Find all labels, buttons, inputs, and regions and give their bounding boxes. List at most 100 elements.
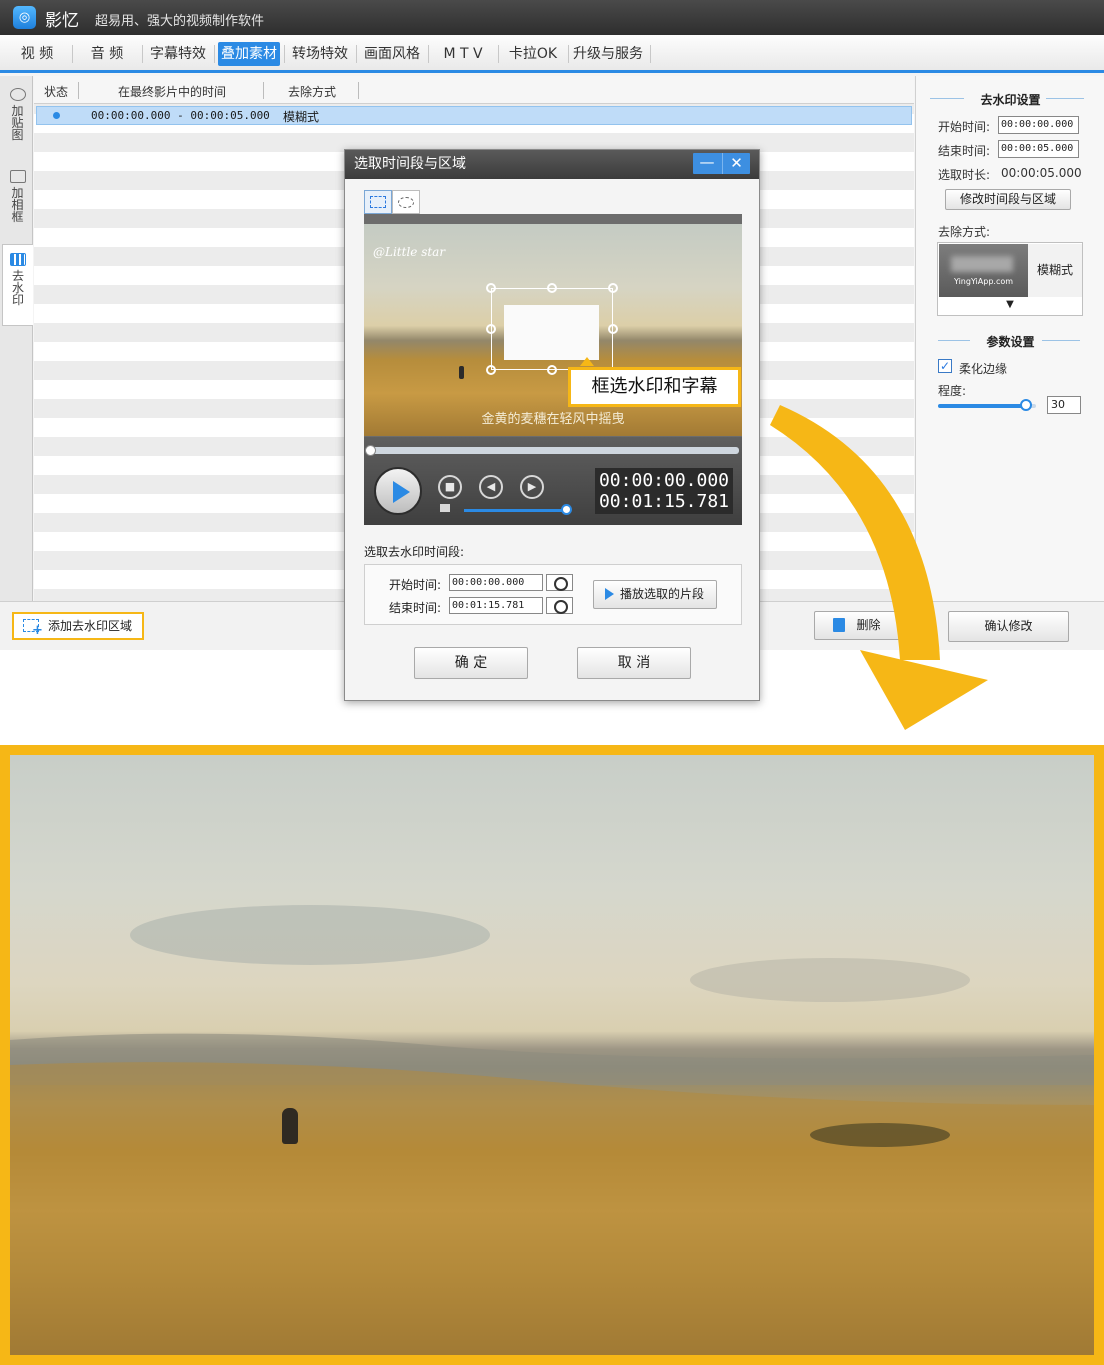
- dropdown-arrow-icon[interactable]: ▼: [938, 299, 1082, 310]
- soften-edge-checkbox[interactable]: ✓: [938, 359, 952, 373]
- cancel-button[interactable]: 取 消: [577, 647, 691, 679]
- modify-segment-button[interactable]: 修改时间段与区域: [945, 189, 1071, 210]
- column-status[interactable]: 状态: [44, 83, 68, 100]
- rectangle-select-tool[interactable]: [364, 190, 392, 214]
- table-row[interactable]: 00:00:00.000 - 00:00:05.000 模糊式: [36, 106, 912, 125]
- row-method: 模糊式: [283, 110, 320, 124]
- segment-section-label: 选取去水印时间段:: [364, 545, 465, 559]
- callout-pointer: [580, 357, 594, 366]
- column-separator: [358, 82, 359, 99]
- resize-handle[interactable]: [547, 283, 557, 293]
- progress-handle[interactable]: [365, 445, 376, 456]
- duration-value: 00:00:05.000: [1001, 166, 1082, 180]
- column-method[interactable]: 去除方式: [288, 83, 336, 100]
- sidetab-remove-watermark[interactable]: 去水印: [2, 244, 33, 326]
- sidetab-add-sticker[interactable]: 加贴图: [2, 80, 33, 158]
- degree-slider-handle[interactable]: [1020, 399, 1033, 411]
- preview-watermark: @Little star: [373, 245, 446, 259]
- menu-separator: [142, 45, 143, 63]
- row-time: 00:00:00.000 - 00:00:05.000: [91, 109, 270, 122]
- resize-handle[interactable]: [486, 365, 496, 375]
- segment-end-field[interactable]: 00:01:15.781: [449, 597, 543, 614]
- menu-audio[interactable]: 音 频: [78, 42, 136, 66]
- column-separator: [78, 82, 79, 99]
- preview-subtitle: 金黄的麦穗在轻风中摇曳: [481, 412, 625, 427]
- result-frame: [0, 745, 1104, 1365]
- pick-end-time-icon[interactable]: [546, 597, 573, 614]
- column-time[interactable]: 在最终影片中的时间: [118, 83, 226, 100]
- sidetab-label: 加贴图: [11, 104, 24, 142]
- cloud: [690, 958, 970, 1002]
- resize-handle[interactable]: [486, 283, 496, 293]
- start-time-label: 开始时间:: [938, 120, 991, 134]
- app-slogan: 超易用、强大的视频制作软件: [95, 14, 265, 29]
- volume-slider-track[interactable]: [464, 509, 570, 512]
- progress-bar[interactable]: [367, 447, 739, 454]
- side-tabs: 加贴图 加相框 去水印: [0, 76, 33, 601]
- select-segment-dialog: 选取时间段与区域 — ✕ @Little star 金黄的麦穗在轻风中摇曳 框选…: [344, 149, 760, 701]
- total-time: 00:01:15.781: [598, 491, 730, 512]
- time-display: 00:00:00.000 00:01:15.781: [595, 468, 733, 514]
- play-icon[interactable]: [374, 467, 422, 515]
- resize-handle[interactable]: [608, 283, 618, 293]
- confirm-edit-button[interactable]: 确认修改: [948, 611, 1069, 642]
- menu-subtitle-effects[interactable]: 字幕特效: [146, 42, 210, 66]
- volume-icon[interactable]: [440, 504, 450, 512]
- preview-person: [459, 366, 464, 379]
- pick-start-time-icon[interactable]: [546, 574, 573, 591]
- menu-overlay-material[interactable]: 叠加素材: [218, 42, 280, 66]
- menu-upgrade-service[interactable]: 升级与服务: [570, 42, 646, 66]
- menu-mtv[interactable]: M T V: [432, 42, 494, 66]
- player-controls: ■ ◀ ▶ 00:00:00.000 00:01:15.781: [364, 437, 742, 525]
- segment-start-field[interactable]: 00:00:00.000: [449, 574, 543, 591]
- segment-start-label: 开始时间:: [389, 578, 442, 592]
- play-segment-label: 播放选取的片段: [619, 587, 704, 601]
- resize-handle[interactable]: [486, 324, 496, 334]
- menu-transition-effects[interactable]: 转场特效: [288, 42, 352, 66]
- degree-input[interactable]: 30: [1047, 396, 1081, 414]
- menu-separator: [284, 45, 285, 63]
- watermark-icon: [10, 253, 26, 266]
- menu-separator: [72, 45, 73, 63]
- settings-title: 去水印设置: [980, 93, 1041, 107]
- tree-line: [810, 1123, 950, 1147]
- field-slope: [10, 1062, 1094, 1355]
- sidetab-add-frame[interactable]: 加相框: [2, 162, 33, 240]
- degree-label: 程度:: [938, 384, 967, 398]
- ok-button[interactable]: 确 定: [414, 647, 528, 679]
- video-preview[interactable]: @Little star 金黄的麦穗在轻风中摇曳 框选水印和字幕: [364, 214, 742, 437]
- resize-handle[interactable]: [547, 365, 557, 375]
- trash-icon: [833, 618, 845, 632]
- result-image: [10, 755, 1094, 1355]
- rect-select-icon: [370, 196, 386, 208]
- list-header: 状态 在最终影片中的时间 去除方式: [34, 76, 914, 104]
- main-menu: 视 频 音 频 字幕特效 叠加素材 转场特效 画面风格 M T V 卡拉OK 升…: [0, 35, 1104, 73]
- column-separator: [263, 82, 264, 99]
- add-region-label: 添加去水印区域: [48, 619, 133, 633]
- ellipse-select-tool[interactable]: [392, 190, 420, 214]
- menu-video[interactable]: 视 频: [8, 42, 66, 66]
- play-segment-button[interactable]: 播放选取的片段: [593, 580, 717, 609]
- stop-icon[interactable]: ■: [438, 475, 462, 499]
- prev-frame-icon[interactable]: ◀: [479, 475, 503, 499]
- next-frame-icon[interactable]: ▶: [520, 475, 544, 499]
- frame-icon: [9, 170, 26, 183]
- delete-button[interactable]: 删除: [814, 611, 903, 640]
- app-logo-icon: ◎: [13, 6, 36, 29]
- watermark-settings-panel: 去水印设置 开始时间: 00:00:00.000 结束时间: 00:00:05.…: [915, 76, 1104, 601]
- end-time-label: 结束时间:: [938, 144, 991, 158]
- end-time-field[interactable]: 00:00:05.000: [998, 140, 1079, 158]
- menu-karaoke[interactable]: 卡拉OK: [502, 42, 564, 66]
- selection-rectangle[interactable]: [491, 288, 613, 370]
- add-watermark-region-button[interactable]: 添加去水印区域: [12, 612, 144, 643]
- resize-handle[interactable]: [608, 324, 618, 334]
- minimize-icon[interactable]: —: [693, 153, 721, 174]
- start-time-field[interactable]: 00:00:00.000: [998, 116, 1079, 134]
- method-selector[interactable]: YingYiApp.com 模糊式 ▼: [937, 242, 1083, 316]
- close-icon[interactable]: ✕: [722, 153, 750, 174]
- menu-picture-style[interactable]: 画面风格: [360, 42, 424, 66]
- volume-slider-handle[interactable]: [560, 504, 572, 515]
- menu-separator: [498, 45, 499, 63]
- sidetab-label: 加相框: [11, 186, 24, 224]
- sticker-icon: [9, 88, 26, 101]
